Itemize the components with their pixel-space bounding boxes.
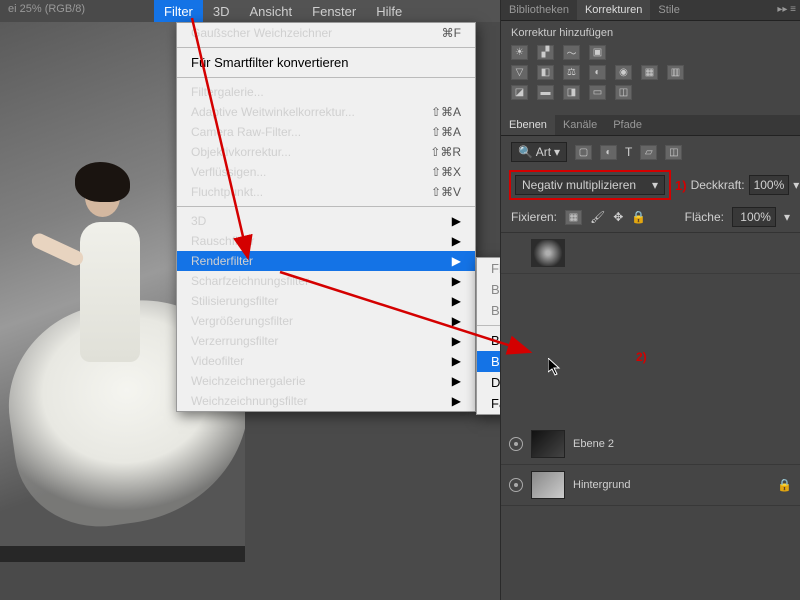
visibility-icon[interactable] [509,437,523,451]
visibility-icon[interactable] [509,478,523,492]
tab-pfade[interactable]: Pfade [605,115,650,135]
layer-row[interactable]: Hintergrund 🔒 [501,465,800,506]
lock-position-icon[interactable]: ✥ [613,210,623,224]
filter-adjust-icon[interactable]: ◐ [600,145,617,160]
menu-ansicht[interactable]: Ansicht [240,0,303,23]
filter-type-icon[interactable]: T [625,145,632,159]
menu-item-objektiv[interactable]: Objektivkorrektur...⇧⌘R [177,142,475,162]
layer-thumb [531,471,565,499]
photo-filter-icon[interactable]: ◉ [615,65,632,80]
tab-stile[interactable]: Stile [650,0,687,20]
menu-item-scharfzeichnung[interactable]: Scharfzeichnungsfilter▶ [177,271,475,291]
layer-name[interactable]: Ebene 2 [573,438,614,450]
menu-item-videofilter[interactable]: Videofilter▶ [177,351,475,371]
document-title: ei 25% (RGB/8) [0,0,93,20]
menu-item-weitwinkel[interactable]: Adaptive Weitwinkelkorrektur...⇧⌘A [177,102,475,122]
layer-thumb [531,239,565,267]
menu-item-fluchtpunkt[interactable]: Fluchtpunkt...⇧⌘V [177,182,475,202]
layer-row-hidden[interactable] [501,233,800,274]
filter-smart-icon[interactable]: ◫ [665,145,682,160]
opacity-value[interactable]: 100% [749,175,790,195]
exposure-icon[interactable]: ▣ [589,45,606,60]
layer-filter-kind[interactable]: 🔍Art▾ [511,142,567,162]
menu-item-rauschfilter[interactable]: Rauschfilter▶ [177,231,475,251]
lock-pixels-icon[interactable]: 🖌 [590,210,605,224]
filter-shape-icon[interactable]: ▱ [640,145,657,160]
vibrance-icon[interactable]: ▽ [511,65,528,80]
adjustments-label: Korrektur hinzufügen [511,27,790,39]
lock-icon: 🔒 [777,478,792,492]
menu-item-smartfilter[interactable]: Für Smartfilter konvertieren [177,52,475,73]
menu-item-weichzeichnergalerie[interactable]: Weichzeichnergalerie▶ [177,371,475,391]
opacity-label: Deckkraft: [691,178,745,192]
levels-icon[interactable]: ▞ [537,45,554,60]
menu-fenster[interactable]: Fenster [302,0,366,23]
menu-item-weichzeichnungsfilter[interactable]: Weichzeichnungsfilter▶ [177,391,475,411]
selective-color-icon[interactable]: ◫ [615,85,632,100]
lock-transparency-icon[interactable]: ▦ [565,210,582,225]
menu-hilfe[interactable]: Hilfe [366,0,412,23]
panel-menu-icon[interactable]: ▸▸ ≡ [777,4,796,15]
layer-thumb [531,430,565,458]
menu-item-verfluessigen[interactable]: Verflüssigen...⇧⌘X [177,162,475,182]
filter-menu-dropdown: Gaußscher Weichzeichner⌘F Für Smartfilte… [176,22,476,412]
annotation-1: 1) [675,178,687,193]
fill-value[interactable]: 100% [732,207,776,227]
color-lookup-icon[interactable]: ▥ [667,65,684,80]
menu-3d[interactable]: 3D [203,0,240,23]
invert-icon[interactable]: ◪ [511,85,528,100]
menu-item-repeat-filter[interactable]: Gaußscher Weichzeichner⌘F [177,23,475,43]
menu-filter[interactable]: Filter [154,0,203,23]
tab-ebenen[interactable]: Ebenen [501,115,555,135]
menu-item-stilisierung[interactable]: Stilisierungsfilter▶ [177,291,475,311]
lock-all-icon[interactable]: 🔒 [631,210,646,224]
layer-name[interactable]: Hintergrund [573,479,630,491]
threshold-icon[interactable]: ◨ [563,85,580,100]
menu-item-3d[interactable]: 3D▶ [177,211,475,231]
curves-icon[interactable]: 〜 [563,45,580,60]
lock-label: Fixieren: [511,210,557,224]
mouse-cursor [548,358,562,376]
fill-label: Fläche: [685,210,724,224]
right-panel: Bibliotheken Korrekturen Stile ▸▸ ≡ Korr… [500,0,800,600]
brightness-icon[interactable]: ☀ [511,45,528,60]
bw-icon[interactable]: ◐ [589,65,606,80]
blend-mode-highlight: Negativ multiplizieren▾ [509,170,671,200]
channel-mixer-icon[interactable]: ▦ [641,65,658,80]
filter-pixel-icon[interactable]: ▢ [575,145,592,160]
menu-item-renderfilter[interactable]: Renderfilter▶ [177,251,475,271]
tab-bibliotheken[interactable]: Bibliotheken [501,0,577,20]
menu-item-vergroesserung[interactable]: Vergrößerungsfilter▶ [177,311,475,331]
color-balance-icon[interactable]: ⚖ [563,65,580,80]
menu-item-filtergalerie[interactable]: Filtergalerie... [177,82,475,102]
menu-item-camera-raw[interactable]: Camera Raw-Filter...⇧⌘A [177,122,475,142]
blend-mode-select[interactable]: Negativ multiplizieren▾ [515,175,665,195]
gradient-map-icon[interactable]: ▭ [589,85,606,100]
menu-item-verzerrung[interactable]: Verzerrungsfilter▶ [177,331,475,351]
tab-kanaele[interactable]: Kanäle [555,115,605,135]
layer-row[interactable]: Ebene 2 [501,424,800,465]
hue-icon[interactable]: ◧ [537,65,554,80]
tab-korrekturen[interactable]: Korrekturen [577,0,650,20]
posterize-icon[interactable]: ▬ [537,85,554,100]
